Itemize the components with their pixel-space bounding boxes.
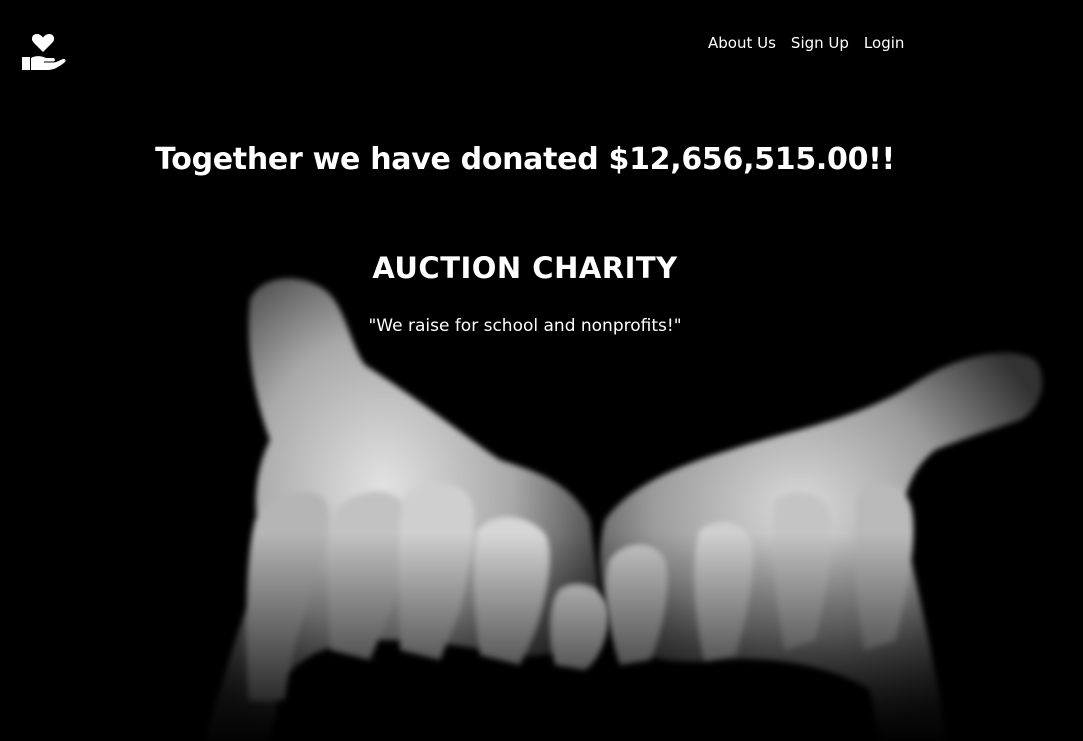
home-page: About Us Sign Up Login Together we have … — [0, 0, 1083, 741]
open-hands-background-image — [0, 0, 1083, 741]
site-title: AUCTION CHARITY — [372, 251, 678, 285]
nav-login-link[interactable]: Login — [864, 33, 904, 53]
nav-sign-up-link[interactable]: Sign Up — [791, 33, 849, 53]
donation-total-headline: Together we have donated $12,656,515.00!… — [155, 142, 895, 177]
tagline: "We raise for school and nonprofits!" — [368, 316, 682, 336]
main-nav: About Us Sign Up Login — [708, 33, 904, 53]
nav-about-us-link[interactable]: About Us — [708, 33, 776, 53]
heart-in-hand-icon[interactable] — [20, 32, 66, 72]
